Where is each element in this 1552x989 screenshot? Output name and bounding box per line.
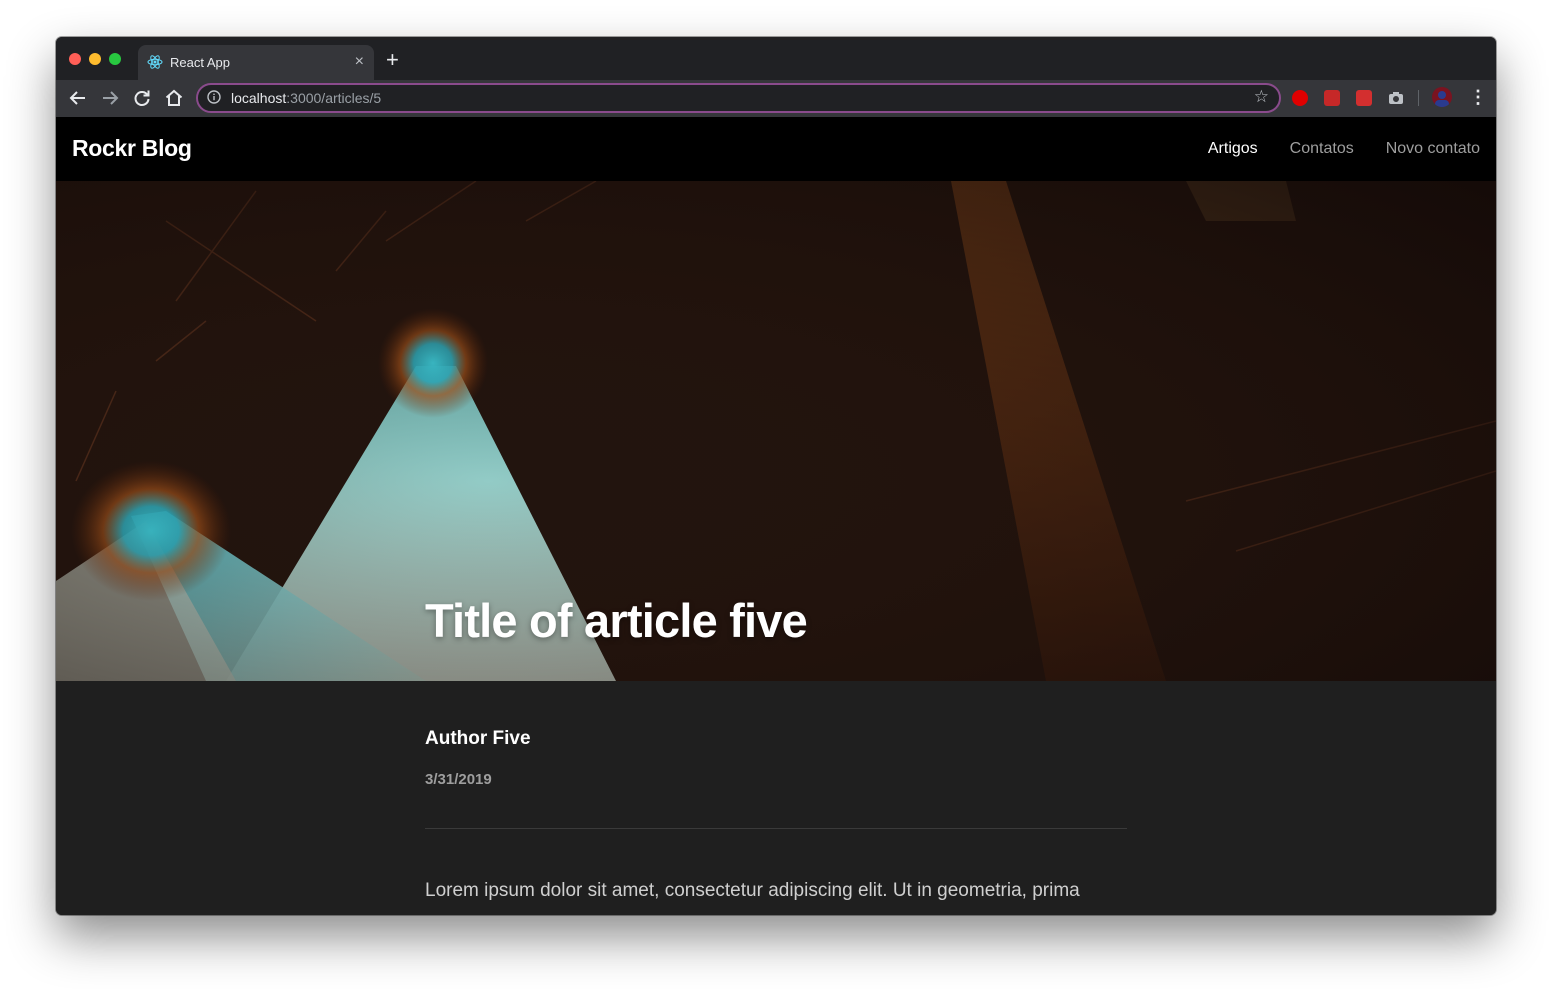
maximize-window-button[interactable] bbox=[109, 53, 121, 65]
minimize-window-button[interactable] bbox=[89, 53, 101, 65]
address-bar[interactable]: localhost:3000/articles/5 ☆ bbox=[196, 83, 1281, 113]
toolbar-separator bbox=[1418, 90, 1419, 106]
info-icon[interactable] bbox=[207, 90, 221, 104]
extension-puzzle-icon[interactable] bbox=[1324, 90, 1340, 106]
browser-window: React App × + localhost:3000/articles/5 … bbox=[56, 37, 1496, 915]
arrow-left-icon[interactable] bbox=[67, 87, 89, 109]
extension-cors-icon[interactable] bbox=[1356, 90, 1372, 106]
site-nav: Artigos Contatos Novo contato bbox=[1208, 140, 1480, 158]
site-header: Rockr Blog Artigos Contatos Novo contato bbox=[56, 117, 1496, 181]
camera-icon[interactable] bbox=[1388, 90, 1404, 106]
avatar-icon bbox=[1435, 91, 1449, 107]
profile-avatar[interactable] bbox=[1432, 87, 1452, 107]
tab-close-icon[interactable]: × bbox=[355, 52, 364, 72]
nav-contatos[interactable]: Contatos bbox=[1290, 140, 1354, 158]
arrow-right-icon[interactable] bbox=[99, 87, 121, 109]
site-logo[interactable]: Rockr Blog bbox=[72, 135, 192, 162]
browser-toolbar: localhost:3000/articles/5 ☆ ⋮ bbox=[56, 80, 1496, 117]
article-date: 3/31/2019 bbox=[425, 771, 492, 788]
article-title: Title of article five bbox=[425, 594, 808, 647]
url-text[interactable]: localhost:3000/articles/5 bbox=[231, 90, 381, 106]
home-icon[interactable] bbox=[163, 87, 185, 109]
extension-hand-icon[interactable] bbox=[1292, 90, 1308, 106]
react-logo-icon bbox=[147, 55, 163, 69]
url-host: localhost bbox=[231, 90, 287, 106]
close-window-button[interactable] bbox=[69, 53, 81, 65]
article-hero-image: Title of article five bbox=[56, 181, 1496, 681]
url-path: :3000/articles/5 bbox=[286, 90, 382, 106]
new-tab-button[interactable]: + bbox=[386, 49, 399, 71]
tab-react-app[interactable]: React App × bbox=[138, 45, 374, 80]
kebab-menu-icon[interactable]: ⋮ bbox=[1469, 88, 1487, 106]
nav-artigos[interactable]: Artigos bbox=[1208, 140, 1258, 158]
star-icon[interactable]: ☆ bbox=[1254, 87, 1269, 107]
reload-icon[interactable] bbox=[131, 87, 153, 109]
article-divider bbox=[425, 828, 1127, 829]
article-author: Author Five bbox=[425, 728, 531, 749]
nav-novo-contato[interactable]: Novo contato bbox=[1386, 140, 1480, 158]
tab-title: React App bbox=[170, 55, 230, 70]
article-body: Lorem ipsum dolor sit amet, consectetur … bbox=[425, 880, 1080, 901]
tab-strip: React App × + bbox=[56, 37, 1496, 80]
web-page: Rockr Blog Artigos Contatos Novo contato bbox=[56, 117, 1496, 915]
